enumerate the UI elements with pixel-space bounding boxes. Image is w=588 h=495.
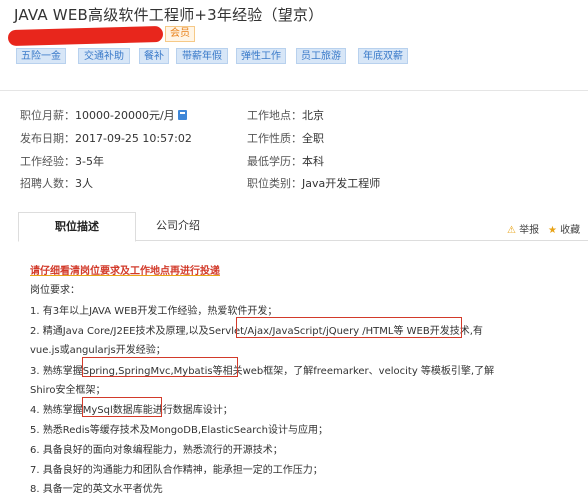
warning-icon: ⚠ <box>507 225 516 236</box>
publish-value: 2017-09-25 10:57:02 <box>75 132 192 145</box>
tab-company-intro[interactable]: 公司介绍 <box>136 212 220 240</box>
salary-label: 职位月薪： <box>20 109 75 122</box>
benefit-tag: 交通补助 <box>78 48 130 64</box>
report-label: 举报 <box>519 225 540 236</box>
category-row: 职位类别：Java开发工程师 <box>247 175 380 191</box>
salary-row: 职位月薪：10000-20000元/月 <box>20 107 187 123</box>
requirement-line: Shiro安全框架； <box>30 385 106 396</box>
category-value[interactable]: Java开发工程师 <box>302 177 380 190</box>
detail-tabs: 职位描述 公司介绍 <box>18 212 588 242</box>
job-title: JAVA WEB高级软件工程师+3年经验（望京） <box>14 6 324 24</box>
star-icon: ★ <box>548 225 557 236</box>
nature-label: 工作性质： <box>247 132 302 145</box>
location-row: 工作地点：北京 <box>247 107 324 123</box>
nature-row: 工作性质：全职 <box>247 130 324 146</box>
benefit-tag: 五险一金 <box>16 48 66 64</box>
benefit-tag: 员工旅游 <box>296 48 346 64</box>
calculator-icon[interactable] <box>177 110 187 120</box>
highlight-box <box>236 317 462 338</box>
favorite-label: 收藏 <box>560 225 581 236</box>
section-divider <box>0 90 588 91</box>
requirement-line: 1. 有3年以上JAVA WEB开发工作经验，热爱软件开发； <box>30 306 278 317</box>
location-value: 北京 <box>302 109 324 122</box>
benefit-tag: 年底双薪 <box>358 48 408 64</box>
member-badge: 会员 <box>165 26 195 42</box>
requirement-line: 8. 具备一定的英文水平者优先 <box>30 484 163 495</box>
redacted-company-name <box>7 25 164 47</box>
salary-value: 10000-20000元/月 <box>75 109 175 122</box>
education-row: 最低学历：本科 <box>247 153 324 169</box>
requirement-line: 5. 熟悉Redis等缓存技术及MongoDB,ElasticSearch设计与… <box>30 425 328 436</box>
report-link[interactable]: ⚠ 举报 <box>507 221 539 236</box>
benefit-tag: 弹性工作 <box>236 48 286 64</box>
education-value: 本科 <box>302 155 324 168</box>
requirements-heading: 岗位要求： <box>30 285 80 296</box>
requirement-line: vue.js或angularjs开发经验； <box>30 345 166 356</box>
headcount-label: 招聘人数： <box>20 177 75 190</box>
publish-label: 发布日期： <box>20 132 75 145</box>
experience-row: 工作经验：3-5年 <box>20 153 104 169</box>
favorite-link[interactable]: ★ 收藏 <box>548 221 580 236</box>
publish-row: 发布日期：2017-09-25 10:57:02 <box>20 130 192 146</box>
location-label: 工作地点： <box>247 109 302 122</box>
highlight-box <box>82 397 162 417</box>
category-label: 职位类别： <box>247 177 302 190</box>
requirement-line: 6. 具备良好的面向对象编程能力，熟悉流行的开源技术； <box>30 445 283 456</box>
tab-job-description[interactable]: 职位描述 <box>18 212 136 242</box>
nature-value: 全职 <box>302 132 324 145</box>
requirement-line: 7. 具备良好的沟通能力和团队合作精神，能承担一定的工作压力； <box>30 465 323 476</box>
notice-text: 请仔细看清岗位要求及工作地点再进行投递 <box>30 266 220 277</box>
headcount-value: 3人 <box>75 177 93 190</box>
headcount-row: 招聘人数：3人 <box>20 175 93 191</box>
experience-value: 3-5年 <box>75 155 104 168</box>
benefit-tag: 餐补 <box>139 48 169 64</box>
benefit-tag: 带薪年假 <box>176 48 228 64</box>
education-label: 最低学历： <box>247 155 302 168</box>
highlight-box <box>82 357 238 377</box>
experience-label: 工作经验： <box>20 155 75 168</box>
